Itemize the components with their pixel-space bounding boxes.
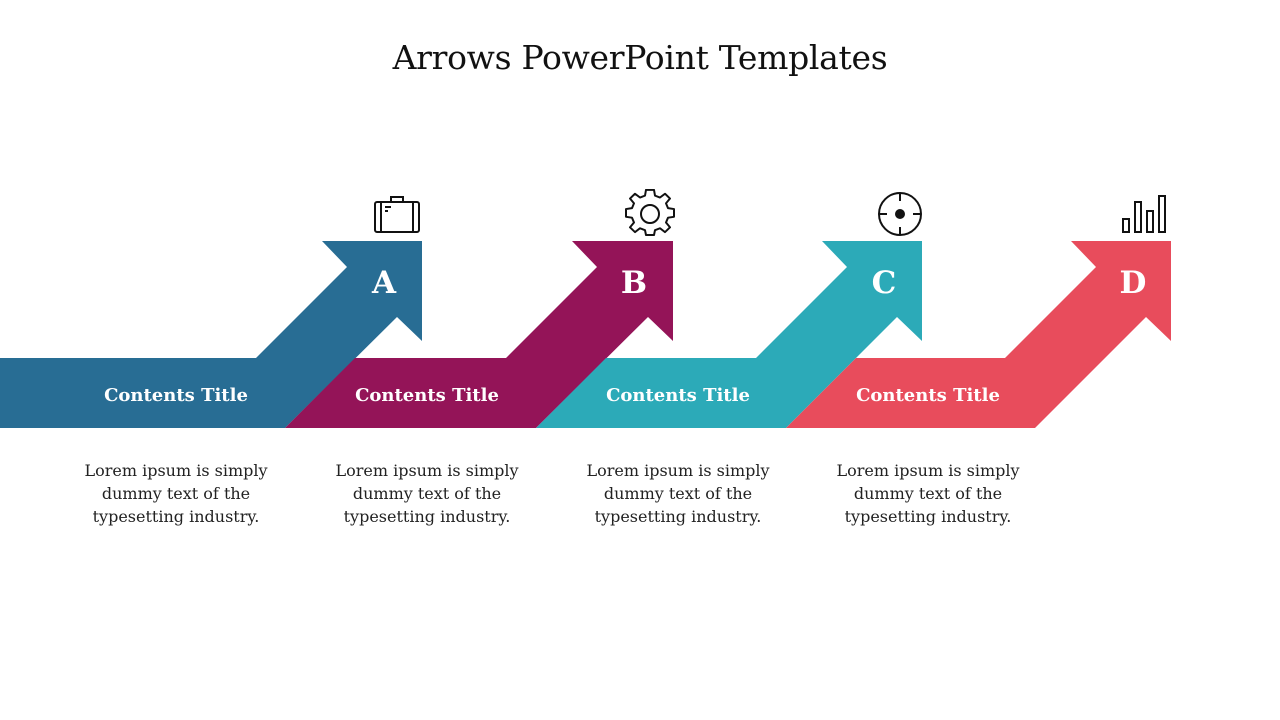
step-letter-a: A: [371, 265, 397, 301]
step-heading-c: Contents Title: [606, 385, 750, 406]
step-description-b: Lorem ipsum is simply dummy text of the …: [335, 461, 519, 526]
step-heading-a: Contents Title: [104, 385, 248, 406]
step-letter-d: D: [1120, 265, 1147, 301]
step-letter-c: C: [872, 265, 897, 301]
target-icon: [878, 192, 922, 236]
step-heading-d: Contents Title: [856, 385, 1000, 406]
gear-icon: [625, 189, 675, 236]
arrow-diagram: A Contents Title B Contents Title C Cont…: [0, 241, 1171, 428]
step-description-c: Lorem ipsum is simply dummy text of the …: [586, 461, 770, 526]
briefcase-icon: [374, 196, 420, 233]
step-description-a: Lorem ipsum is simply dummy text of the …: [84, 461, 268, 526]
step-letter-b: B: [621, 265, 647, 301]
bar-chart-icon: [1122, 195, 1166, 233]
step-description-d: Lorem ipsum is simply dummy text of the …: [836, 461, 1020, 526]
step-heading-b: Contents Title: [355, 385, 499, 406]
